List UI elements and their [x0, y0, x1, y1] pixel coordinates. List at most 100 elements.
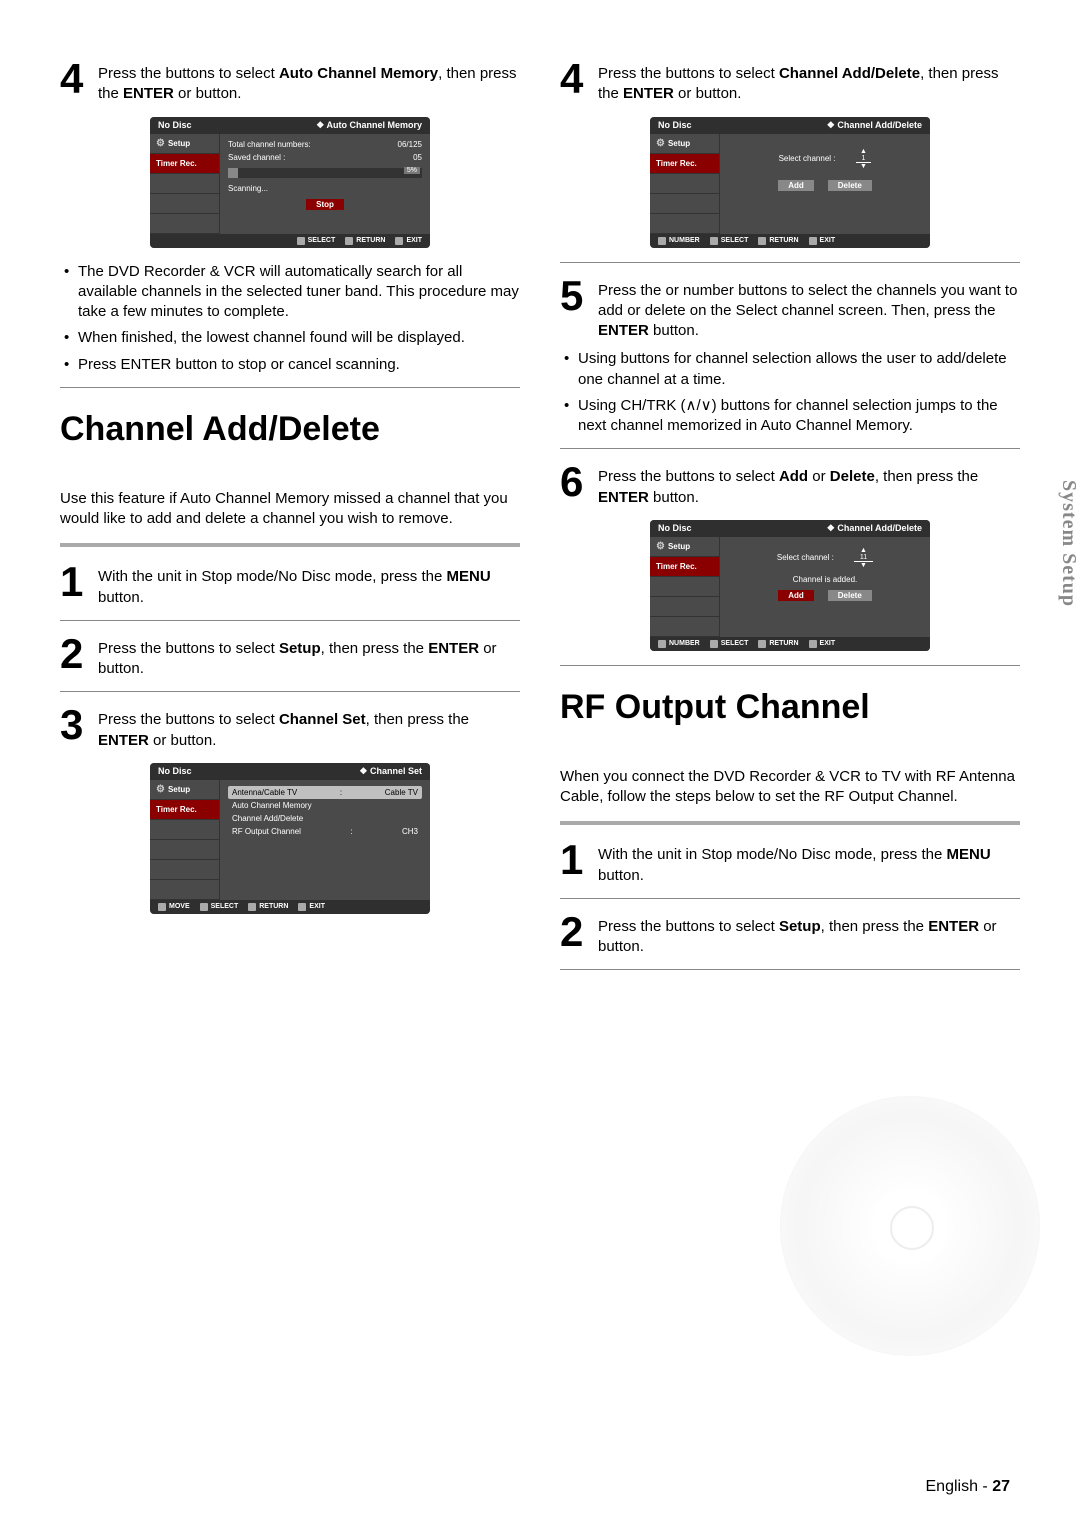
osd-total-channels-label: Total channel numbers:: [228, 140, 311, 149]
intro-text-rf: When you connect the DVD Recorder & VCR …: [560, 767, 1020, 808]
osd-side-setup: Setup: [650, 134, 719, 154]
osd-hint-select: SELECT: [297, 237, 336, 245]
osd-hint-exit: EXIT: [395, 237, 422, 245]
right-column: 4 Press the buttons to select Channel Ad…: [560, 60, 1020, 984]
osd-channel-stepper[interactable]: ▲1▼: [856, 148, 872, 170]
gear-icon: [656, 541, 665, 552]
page-footer: English - 27: [926, 1478, 1011, 1496]
left-step-3: 3 Press the buttons to select Channel Se…: [60, 706, 520, 751]
step-text: Press the buttons to select Auto Channel…: [98, 60, 520, 105]
osd-title-left: No Disc: [658, 523, 692, 534]
step-text: Press the buttons to select Channel Set,…: [98, 706, 520, 751]
osd-title-right: ❖ Channel Add/Delete: [827, 120, 922, 131]
gear-icon: [656, 138, 665, 149]
left-bullet-list: The DVD Recorder & VCR will automaticall…: [60, 262, 520, 375]
osd-hint-select: SELECT: [710, 237, 749, 245]
step-number: 2: [60, 635, 88, 680]
osd-status-scanning: Scanning...: [228, 184, 422, 193]
left-step-1: 1 With the unit in Stop mode/No Disc mod…: [60, 563, 520, 608]
divider-thick: [60, 543, 520, 547]
osd-hint-exit: EXIT: [809, 237, 836, 245]
osd-title-left: No Disc: [158, 766, 192, 777]
right-bullets-5: Using buttons for channel selection allo…: [560, 349, 1020, 436]
osd-hint-return: RETURN: [758, 640, 798, 648]
osd-progress-bar: 5%: [228, 168, 422, 178]
divider: [60, 387, 520, 388]
left-step-2: 2 Press the buttons to select Setup, the…: [60, 635, 520, 680]
osd-side-timer-rec: Timer Rec.: [150, 154, 219, 174]
divider: [560, 969, 1020, 970]
step-text: Press the buttons to select Channel Add/…: [598, 60, 1020, 105]
list-item: Using buttons for channel selection allo…: [578, 349, 1020, 390]
osd-hint-exit: EXIT: [298, 903, 325, 911]
osd-add-button[interactable]: Add: [778, 590, 814, 601]
osd-progress-percent: 5%: [404, 167, 420, 174]
step-number: 1: [60, 563, 88, 608]
step-text: Press the buttons to select Setup, then …: [98, 635, 520, 680]
osd-channel-stepper[interactable]: ▲11▼: [854, 547, 873, 569]
osd-side-setup: Setup: [650, 537, 719, 557]
step-text: Press the buttons to select Add or Delet…: [598, 463, 1020, 508]
left-column: 4 Press the buttons to select Auto Chann…: [60, 60, 520, 984]
osd-side-setup: Setup: [150, 780, 219, 800]
osd-side-setup: Setup: [150, 134, 219, 154]
osd-hint-number: NUMBER: [658, 640, 700, 648]
osd-delete-button[interactable]: Delete: [828, 180, 872, 191]
right-rstep-2: 2 Press the buttons to select Setup, the…: [560, 913, 1020, 958]
osd-saved-label: Saved channel :: [228, 153, 285, 162]
osd-select-channel-label: Select channel :: [777, 553, 834, 562]
step-text: With the unit in Stop mode/No Disc mode,…: [98, 563, 520, 608]
osd-hint-return: RETURN: [248, 903, 288, 911]
osd-saved-value: 05: [413, 153, 422, 162]
osd-side-timer-rec: Timer Rec.: [150, 800, 219, 820]
osd-delete-button[interactable]: Delete: [828, 590, 872, 601]
osd-title-right: ❖ Auto Channel Memory: [316, 120, 422, 131]
list-item: Press ENTER button to stop or cancel sca…: [78, 355, 520, 375]
step-text: Press the or number buttons to select th…: [598, 277, 1020, 342]
list-item: When finished, the lowest channel found …: [78, 328, 520, 348]
left-step-4: 4 Press the buttons to select Auto Chann…: [60, 60, 520, 105]
osd-auto-channel-memory: No Disc ❖ Auto Channel Memory Setup Time…: [150, 117, 430, 248]
osd-side-timer-rec: Timer Rec.: [650, 557, 719, 577]
osd-title-left: No Disc: [658, 120, 692, 131]
osd-title-right: ❖ Channel Set: [359, 766, 422, 777]
osd-channel-add-delete-1: No Disc ❖ Channel Add/Delete Setup Timer…: [650, 117, 930, 248]
osd-stop-button[interactable]: Stop: [306, 199, 344, 210]
divider-thick: [560, 821, 1020, 825]
side-tab-label: System Setup: [1057, 480, 1080, 607]
osd-side-timer-rec: Timer Rec.: [650, 154, 719, 174]
osd-hint-exit: EXIT: [809, 640, 836, 648]
step-number: 5: [560, 277, 588, 342]
osd-hint-return: RETURN: [345, 237, 385, 245]
osd-add-button[interactable]: Add: [778, 180, 814, 191]
step-number: 3: [60, 706, 88, 751]
right-step-4: 4 Press the buttons to select Channel Ad…: [560, 60, 1020, 105]
osd-title-right: ❖ Channel Add/Delete: [827, 523, 922, 534]
osd-menu-row-add-delete[interactable]: Channel Add/Delete: [228, 812, 422, 825]
osd-menu-row-antenna[interactable]: Antenna/Cable TV:Cable TV: [228, 786, 422, 799]
osd-title-left: No Disc: [158, 120, 192, 131]
divider: [560, 665, 1020, 666]
divider: [560, 898, 1020, 899]
osd-hint-return: RETURN: [758, 237, 798, 245]
osd-total-channels-value: 06/125: [398, 140, 422, 149]
list-item: The DVD Recorder & VCR will automaticall…: [78, 262, 520, 323]
step-number: 6: [560, 463, 588, 508]
divider: [60, 620, 520, 621]
right-step-5: 5 Press the or number buttons to select …: [560, 277, 1020, 342]
divider: [560, 262, 1020, 263]
section-title-channel-add-delete: Channel Add/Delete: [60, 410, 520, 449]
section-title-rf-output: RF Output Channel: [560, 688, 1020, 727]
osd-menu-row-rf-output[interactable]: RF Output Channel:CH3: [228, 825, 422, 838]
step-text: Press the buttons to select Setup, then …: [598, 913, 1020, 958]
step-number: 4: [560, 60, 588, 105]
divider: [560, 448, 1020, 449]
right-step-6: 6 Press the buttons to select Add or Del…: [560, 463, 1020, 508]
osd-channel-set: No Disc ❖ Channel Set Setup Timer Rec. A…: [150, 763, 430, 914]
list-item: Using CH/TRK (∧/∨) buttons for channel s…: [578, 396, 1020, 437]
osd-channel-add-delete-2: No Disc ❖ Channel Add/Delete Setup Timer…: [650, 520, 930, 651]
osd-hint-move: MOVE: [158, 903, 190, 911]
gear-icon: [156, 138, 165, 149]
right-rstep-1: 1 With the unit in Stop mode/No Disc mod…: [560, 841, 1020, 886]
osd-menu-row-auto-memory[interactable]: Auto Channel Memory: [228, 799, 422, 812]
